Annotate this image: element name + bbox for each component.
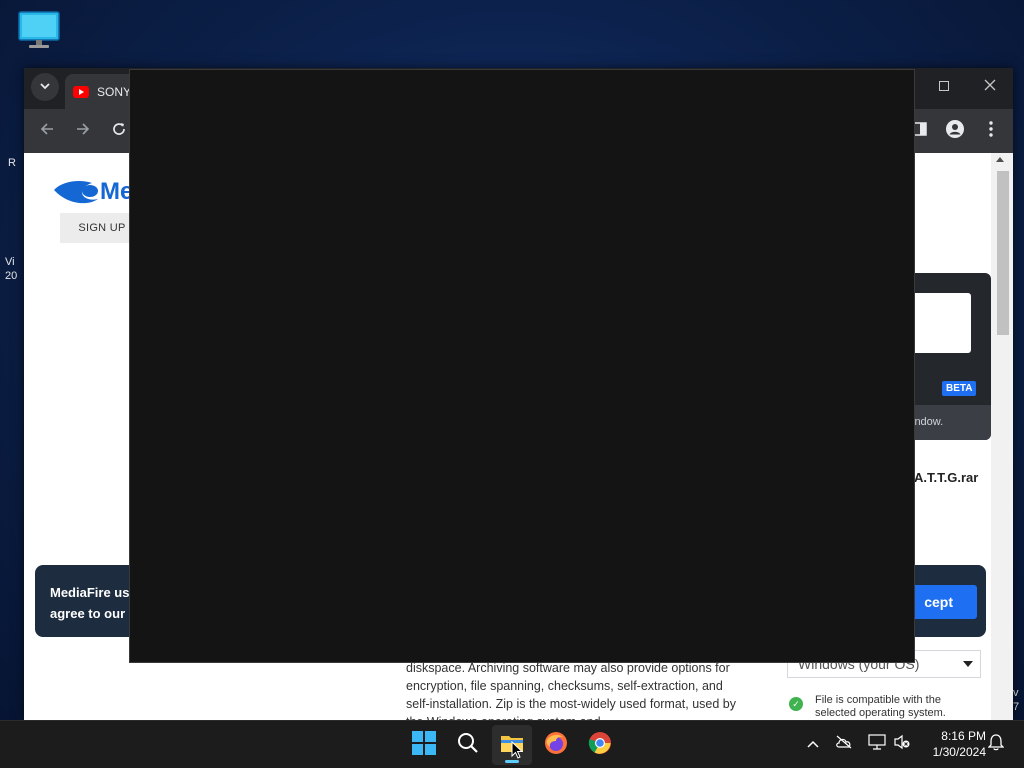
logo-text: Me [100, 178, 133, 205]
volume-muted-icon [893, 734, 911, 755]
network-button[interactable] [867, 733, 887, 755]
scroll-up-arrow-icon[interactable] [996, 157, 1004, 162]
youtube-icon [73, 85, 89, 98]
clock-time: 8:16 PM [941, 729, 986, 743]
maximize-icon [939, 78, 949, 95]
show-hidden-icons-button[interactable] [803, 733, 823, 755]
compatibility-text: File is compatible with the selected ope… [815, 694, 946, 719]
black-overlay-window[interactable] [130, 70, 914, 662]
archive-description: diskspace. Archiving software may also p… [406, 661, 736, 720]
start-button[interactable] [404, 725, 444, 765]
maximize-button[interactable] [931, 76, 957, 98]
firefox-button[interactable] [536, 725, 576, 765]
desktop-label-fragment: 20 [5, 270, 18, 282]
checkmark-icon: ✓ [789, 697, 803, 711]
reload-icon [112, 121, 126, 140]
volume-button[interactable] [892, 733, 912, 755]
beta-badge: BETA [942, 381, 977, 396]
back-button[interactable] [34, 119, 60, 143]
network-icon [868, 733, 886, 755]
profile-button[interactable] [943, 119, 967, 143]
forward-button[interactable] [70, 119, 96, 143]
active-app-indicator [505, 760, 519, 763]
desktop-label-fragment: Vi [5, 256, 15, 268]
menu-button[interactable] [979, 119, 1003, 143]
desktop-label-fragment: 7 [1013, 701, 1020, 713]
clock[interactable]: 8:16 PM 1/30/2024 [920, 728, 986, 760]
bell-icon [987, 733, 1005, 756]
page-scrollbar[interactable] [991, 153, 1013, 720]
tab-title: SONY [97, 85, 132, 99]
arrow-left-icon [40, 121, 54, 140]
chevron-up-icon [807, 735, 819, 753]
kebab-menu-icon [989, 120, 993, 142]
close-button[interactable] [977, 76, 1003, 98]
chrome-button[interactable] [580, 725, 620, 765]
file-explorer-button[interactable] [492, 725, 532, 765]
reload-button[interactable] [106, 119, 132, 143]
clock-date: 1/30/2024 [932, 745, 986, 759]
this-pc-desktop-icon[interactable] [17, 11, 61, 51]
firefox-icon [544, 731, 568, 760]
chevron-down-icon [40, 81, 50, 93]
info-strip-text: indow. [912, 416, 944, 428]
desktop-label-fragment: v [1013, 687, 1019, 699]
windows-logo-icon [412, 730, 436, 760]
search-button[interactable] [448, 725, 488, 765]
scroll-thumb[interactable] [997, 171, 1009, 335]
notifications-button[interactable] [986, 733, 1006, 755]
file-name: A.T.T.G.rar [914, 470, 979, 485]
desktop-label-fragment: R [8, 157, 16, 169]
close-icon [984, 78, 996, 95]
cloud-off-icon [835, 735, 853, 754]
dropdown-arrow-icon [963, 661, 973, 667]
onedrive-offline-button[interactable] [834, 733, 854, 755]
taskbar: 8:16 PM 1/30/2024 [0, 720, 1024, 768]
tab-search-button[interactable] [31, 73, 59, 101]
arrow-right-icon [76, 121, 90, 140]
profile-icon [946, 119, 964, 143]
search-icon [457, 732, 479, 759]
chrome-icon [588, 731, 612, 760]
